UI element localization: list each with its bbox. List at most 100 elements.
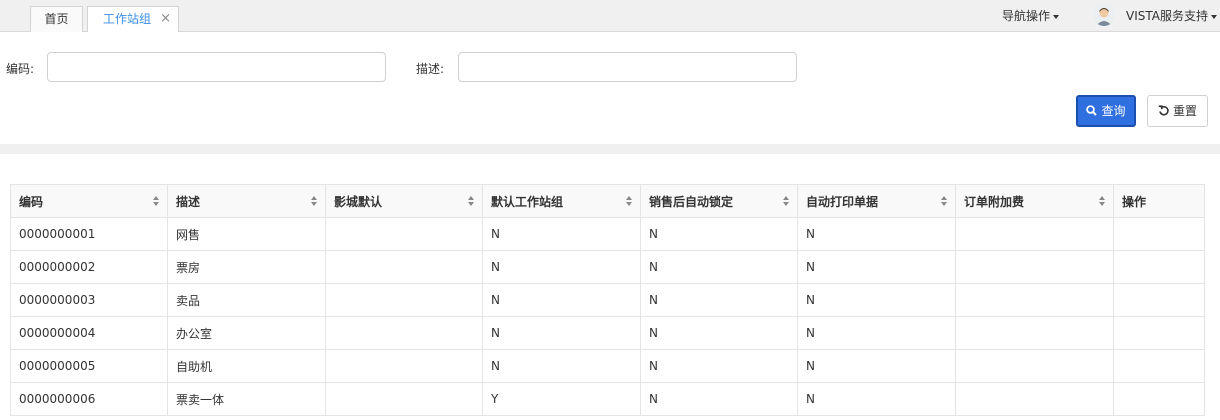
cell-desc: 票房 [167,250,326,284]
column-label: 自动打印单据 [806,194,879,209]
column-label: 默认工作站组 [491,194,564,209]
sort-icon[interactable] [626,196,632,206]
cell-code: 0000000002 [10,250,168,284]
cell-default-group: N [482,316,641,350]
cell-cinema-default [325,250,483,284]
cell-cinema-default [325,349,483,383]
table-row[interactable]: 0000000005 自助机 N N N [10,349,1205,383]
cell-surcharge [955,316,1114,350]
search-panel: 编码: 描述: 查询 重置 [0,42,1220,144]
column-label: 操作 [1122,194,1147,209]
cell-code: 0000000005 [10,349,168,383]
tab-workstation-group-label: 工作站组 [103,12,152,26]
user-menu[interactable]: VISTA服务支持 [1126,7,1217,24]
cell-default-group: N [482,217,641,251]
cell-auto-lock: N [640,283,798,317]
close-icon[interactable]: × [160,7,171,31]
cell-actions [1113,349,1205,383]
nav-operations-dropdown[interactable]: 导航操作 [1002,7,1060,24]
reset-button-label: 重置 [1172,104,1197,118]
sort-icon[interactable] [1099,196,1105,206]
sort-icon[interactable] [153,196,159,206]
cell-actions [1113,316,1205,350]
column-header-auto-print[interactable]: 自动打印单据 [797,184,956,218]
cell-actions [1113,217,1205,251]
cell-auto-lock: N [640,217,798,251]
column-header-desc[interactable]: 描述 [167,184,326,218]
column-header-surcharge[interactable]: 订单附加费 [955,184,1114,218]
cell-code: 0000000001 [10,217,168,251]
section-divider [0,144,1220,154]
column-label: 订单附加费 [964,194,1025,209]
cell-surcharge [955,250,1114,284]
cell-default-group: N [482,250,641,284]
column-header-cinema-default[interactable]: 影城默认 [325,184,483,218]
cell-auto-print: N [797,382,956,416]
reset-button[interactable]: 重置 [1147,95,1208,127]
cell-auto-print: N [797,283,956,317]
cell-actions [1113,283,1205,317]
avatar[interactable] [1093,4,1115,26]
cell-default-group: N [482,283,641,317]
cell-auto-lock: N [640,316,798,350]
code-label: 编码: [6,62,35,76]
cell-auto-print: N [797,250,956,284]
cell-default-group: Y [482,382,641,416]
table-row[interactable]: 0000000001 网售 N N N [10,217,1205,251]
table-header-row: 编码 描述 影城默认 默认工作站组 销售后自动锁定 自动打印单据 订单附加费 操… [10,184,1205,218]
cell-cinema-default [325,217,483,251]
tab-workstation-group[interactable]: 工作站组 × [87,6,179,32]
caret-down-icon [1053,14,1060,19]
cell-default-group: N [482,349,641,383]
cell-code: 0000000003 [10,283,168,317]
user-name: VISTA服务支持 [1126,9,1208,23]
cell-code: 0000000004 [10,316,168,350]
table-row[interactable]: 0000000003 卖品 N N N [10,283,1205,317]
query-button[interactable]: 查询 [1076,95,1136,127]
tab-home-label: 首页 [44,12,69,26]
column-header-code[interactable]: 编码 [10,184,168,218]
table-row[interactable]: 0000000006 票卖一体 Y N N [10,382,1205,416]
cell-auto-lock: N [640,349,798,383]
cell-actions [1113,250,1205,284]
column-header-default-group[interactable]: 默认工作站组 [482,184,641,218]
cell-desc: 自助机 [167,349,326,383]
sort-icon[interactable] [941,196,947,206]
column-header-auto-lock[interactable]: 销售后自动锁定 [640,184,798,218]
table-row[interactable]: 0000000004 办公室 N N N [10,316,1205,350]
workstation-group-table: 编码 描述 影城默认 默认工作站组 销售后自动锁定 自动打印单据 订单附加费 操… [10,184,1205,416]
cell-auto-print: N [797,349,956,383]
cell-desc: 卖品 [167,283,326,317]
cell-surcharge [955,382,1114,416]
column-label: 销售后自动锁定 [649,194,734,209]
top-bar: 首页 工作站组 × 导航操作 VISTA服务支持 [0,0,1220,32]
cell-actions [1113,382,1205,416]
sort-icon[interactable] [311,196,317,206]
nav-operations-label: 导航操作 [1002,9,1051,23]
column-label: 编码 [19,194,44,209]
cell-desc: 网售 [167,217,326,251]
cell-auto-lock: N [640,382,798,416]
cell-cinema-default [325,283,483,317]
cell-auto-lock: N [640,250,798,284]
cell-auto-print: N [797,316,956,350]
code-input[interactable] [47,52,386,82]
cell-code: 0000000006 [10,382,168,416]
sort-icon[interactable] [783,196,789,206]
query-button-label: 查询 [1101,104,1126,118]
table-row[interactable]: 0000000002 票房 N N N [10,250,1205,284]
undo-icon [1158,105,1169,116]
cell-desc: 办公室 [167,316,326,350]
column-label: 影城默认 [334,194,383,209]
cell-surcharge [955,283,1114,317]
table-body: 0000000001 网售 N N N 0000000002 票房 N N N 0000000003… [10,217,1205,416]
cell-surcharge [955,217,1114,251]
user-avatar-icon [1093,4,1115,26]
desc-label: 描述: [416,62,445,76]
search-icon [1086,105,1098,116]
cell-desc: 票卖一体 [167,382,326,416]
tab-home[interactable]: 首页 [30,6,83,32]
column-header-actions: 操作 [1113,184,1205,218]
desc-input[interactable] [458,52,797,82]
sort-icon[interactable] [468,196,474,206]
